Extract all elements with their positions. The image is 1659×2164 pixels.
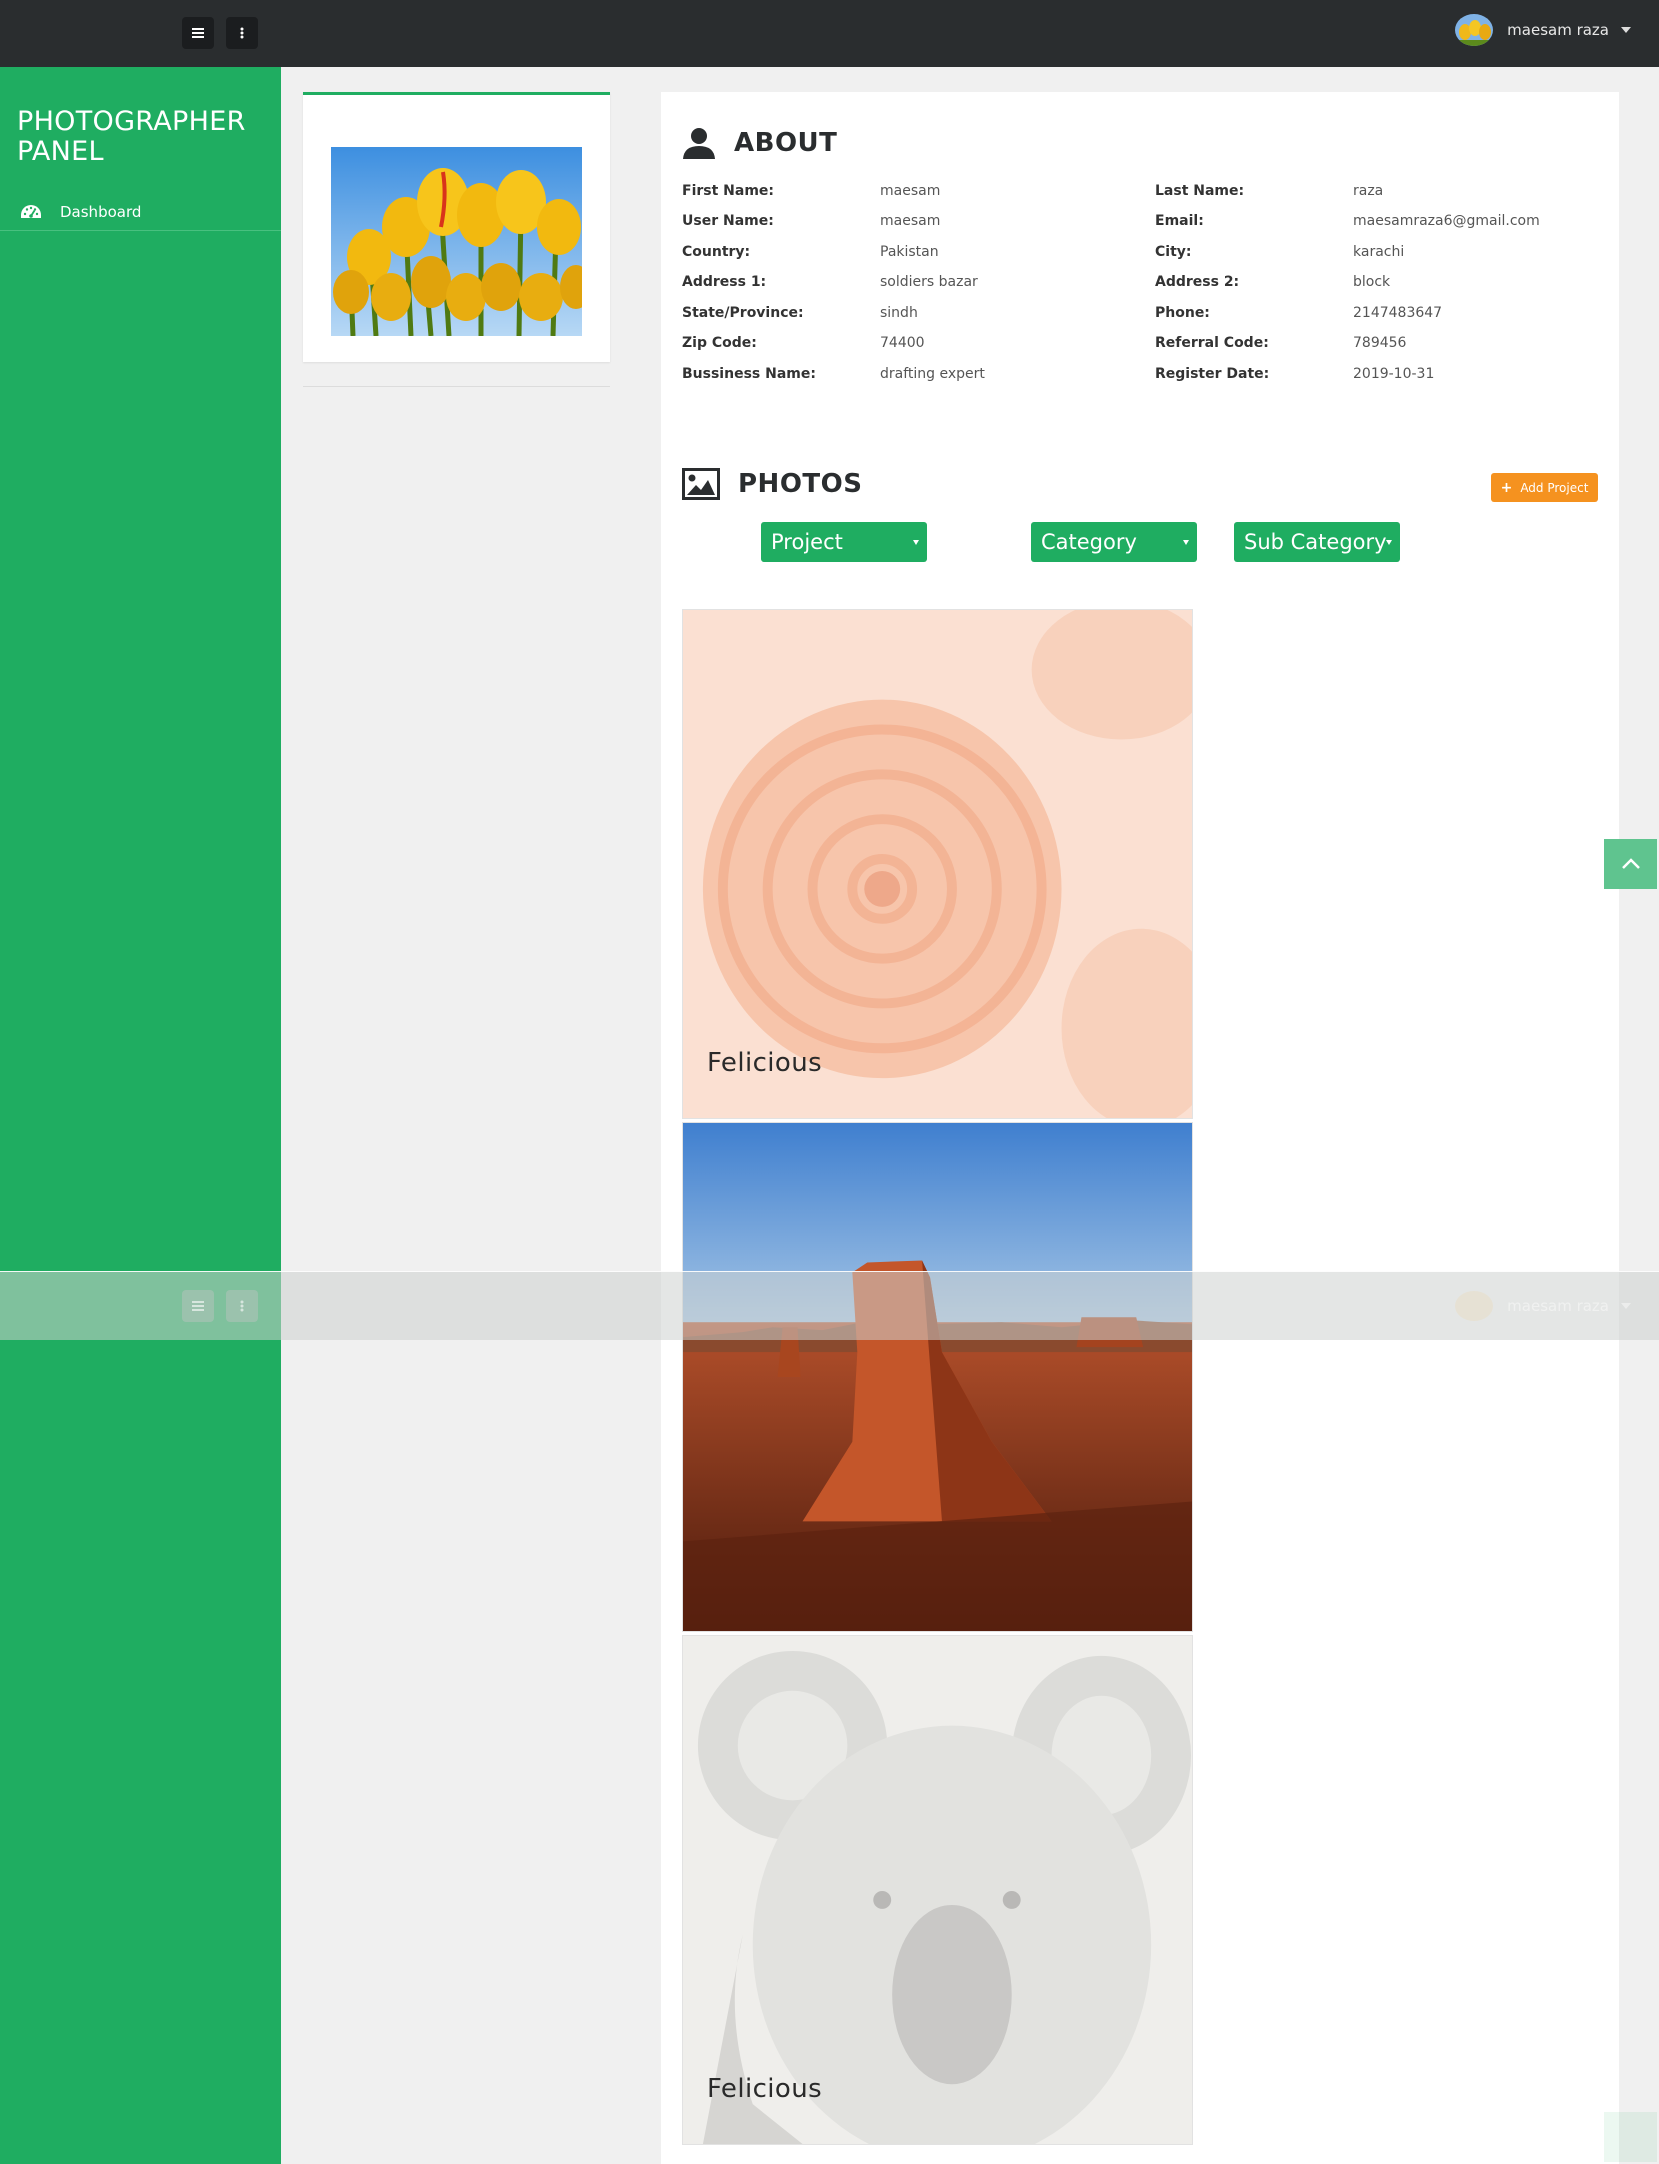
- address2-label: Address 2:: [1155, 274, 1240, 290]
- photo-tile[interactable]: Felicious: [682, 1635, 1193, 2145]
- user-avatar: [1455, 14, 1494, 46]
- user-name-value: maesam: [880, 213, 941, 229]
- profile-card: [303, 92, 610, 362]
- sub-category-select[interactable]: Sub Category: [1234, 522, 1400, 562]
- user-avatar: [1455, 1291, 1494, 1321]
- address2-value: block: [1353, 274, 1391, 290]
- add-project-button[interactable]: + Add Project: [1491, 473, 1598, 502]
- about-title: ABOUT: [734, 128, 838, 158]
- state-label: State/Province:: [682, 305, 804, 321]
- register-date-label: Register Date:: [1155, 366, 1270, 382]
- business-name-label: Bussiness Name:: [682, 366, 816, 382]
- dashboard-icon: [21, 204, 41, 218]
- menu-toggle-button[interactable]: [182, 17, 214, 49]
- top-navbar: maesam raza: [0, 0, 1659, 67]
- photo-caption: Felicious: [707, 2074, 823, 2104]
- referral-code-value: 789456: [1353, 335, 1407, 351]
- city-value: karachi: [1353, 244, 1405, 260]
- user-name: maesam raza: [1507, 21, 1609, 39]
- last-name-label: Last Name:: [1155, 183, 1245, 199]
- caret-down-icon: [1621, 1303, 1631, 1309]
- sticky-navbar-overlay: maesam raza: [0, 1271, 1659, 1340]
- last-name-value: raza: [1353, 183, 1384, 199]
- register-date-value: 2019-10-31: [1353, 366, 1435, 382]
- address1-label: Address 1:: [682, 274, 767, 290]
- photos-heading: PHOTOS: [682, 468, 862, 500]
- user-menu[interactable]: maesam raza: [1455, 1290, 1631, 1322]
- sub-category-select-value: Sub Category: [1244, 530, 1387, 554]
- photo-tile[interactable]: Felicious: [682, 609, 1193, 1119]
- photo-tile[interactable]: [682, 1122, 1193, 1632]
- dropdown-arrow-icon: [1183, 540, 1189, 545]
- vertical-dots-icon: [240, 27, 244, 39]
- profile-image: [331, 147, 582, 336]
- user-name: maesam raza: [1507, 1297, 1609, 1315]
- first-name-label: First Name:: [682, 183, 775, 199]
- chevron-up-icon: [1621, 858, 1640, 869]
- country-label: Country:: [682, 244, 751, 260]
- more-options-button[interactable]: [226, 17, 258, 49]
- project-select-value: Project: [771, 530, 843, 554]
- email-label: Email:: [1155, 213, 1204, 229]
- zip-code-value: 74400: [880, 335, 925, 351]
- hamburger-icon: [192, 1301, 204, 1311]
- business-name-value: drafting expert: [880, 366, 985, 382]
- category-select[interactable]: Category: [1031, 522, 1197, 562]
- user-icon: [683, 128, 715, 159]
- photo-caption: Felicious: [707, 1048, 823, 1078]
- main-panel: ABOUT First Name: maesam User Name: maes…: [661, 92, 1619, 2164]
- more-options-button[interactable]: [226, 1290, 258, 1322]
- scroll-to-top-button[interactable]: [1604, 839, 1657, 889]
- about-heading: ABOUT: [682, 126, 837, 160]
- add-project-label: Add Project: [1520, 480, 1589, 495]
- email-value: maesamraza6@gmail.com: [1353, 213, 1540, 229]
- zip-code-label: Zip Code:: [682, 335, 757, 351]
- state-value: sindh: [880, 305, 918, 321]
- sidebar-item-dashboard[interactable]: Dashboard: [0, 193, 281, 231]
- category-select-value: Category: [1041, 530, 1137, 554]
- country-value: Pakistan: [880, 244, 939, 260]
- image-icon: [682, 468, 720, 500]
- user-menu[interactable]: maesam raza: [1455, 12, 1631, 48]
- referral-code-label: Referral Code:: [1155, 335, 1269, 351]
- photos-title: PHOTOS: [738, 469, 863, 499]
- hamburger-icon: [192, 28, 204, 38]
- dropdown-arrow-icon: [913, 540, 919, 545]
- user-name-label: User Name:: [682, 213, 774, 229]
- divider: [303, 386, 610, 387]
- sidebar: PHOTOGRAPHER PANEL Dashboard: [0, 67, 281, 2164]
- sidebar-item-label: Dashboard: [60, 202, 142, 221]
- project-select[interactable]: Project: [761, 522, 927, 562]
- photo-koala: [683, 1636, 1192, 2144]
- address1-value: soldiers bazar: [880, 274, 978, 290]
- first-name-value: maesam: [880, 183, 941, 199]
- dropdown-arrow-icon: [1386, 540, 1392, 545]
- phone-value: 2147483647: [1353, 305, 1443, 321]
- caret-down-icon: [1621, 27, 1631, 33]
- menu-toggle-button[interactable]: [182, 1290, 214, 1322]
- photo-chrysanthemum: [683, 610, 1192, 1118]
- phone-label: Phone:: [1155, 305, 1210, 321]
- scroll-to-top-ghost: [1604, 2112, 1657, 2162]
- city-label: City:: [1155, 244, 1192, 260]
- vertical-dots-icon: [240, 1300, 244, 1312]
- photo-desert: [683, 1123, 1192, 1631]
- plus-icon: +: [1500, 479, 1513, 496]
- brand-title: PHOTOGRAPHER PANEL: [17, 106, 246, 167]
